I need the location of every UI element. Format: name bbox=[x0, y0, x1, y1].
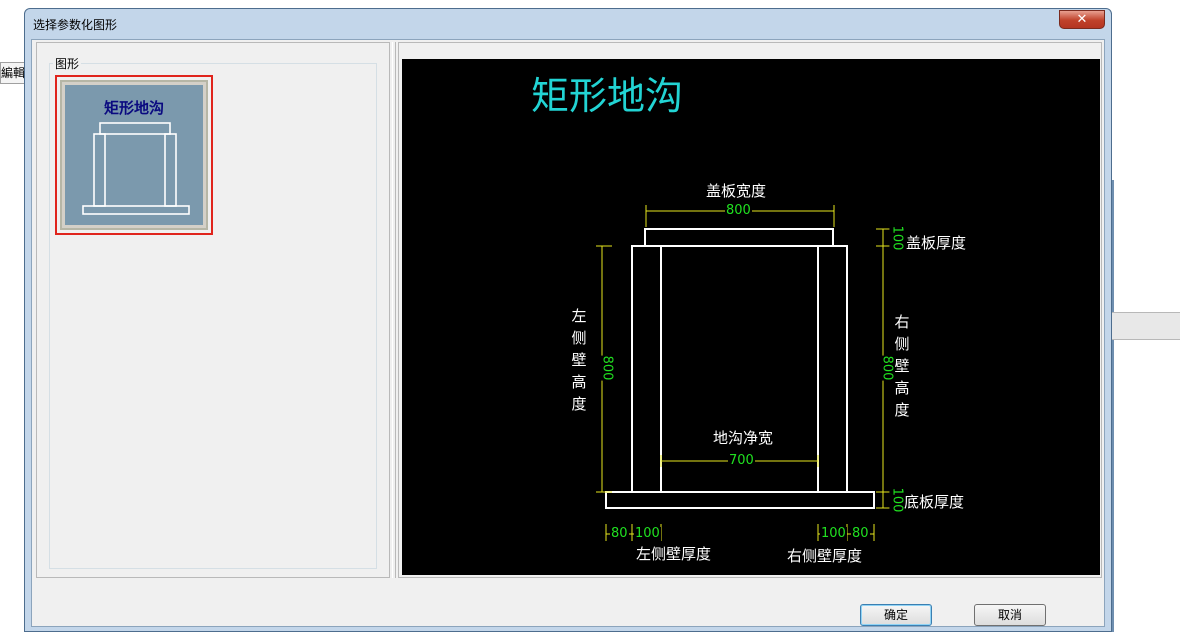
dim-right-overhang: 80 bbox=[851, 526, 870, 541]
thumbnail-frame: 矩形地沟 bbox=[60, 80, 208, 230]
dialog-title: 选择参数化图形 bbox=[33, 18, 118, 32]
pane-splitter[interactable] bbox=[392, 42, 396, 578]
label-cover-width: 盖板宽度 bbox=[706, 182, 767, 200]
label-char: 侧 bbox=[894, 335, 910, 353]
label-clear-width: 地沟净宽 bbox=[713, 429, 774, 447]
dim-clear-width: 700 bbox=[728, 453, 755, 468]
label-char: 度 bbox=[571, 395, 587, 413]
shape-thumbnail-rect-trench[interactable]: 矩形地沟 bbox=[55, 75, 213, 235]
label-cover-thickness: 盖板厚度 bbox=[906, 234, 967, 252]
label-char: 右 bbox=[894, 313, 910, 331]
thumb-right-wall bbox=[164, 133, 177, 207]
label-base-thickness: 底板厚度 bbox=[904, 493, 965, 511]
right-wall bbox=[817, 245, 848, 493]
dim-base-thickness: 100 bbox=[889, 487, 905, 513]
dialog-titlebar[interactable]: 选择参数化图形 ✕ bbox=[25, 9, 1111, 39]
label-right-wall-height: 右 侧 壁 高 度 bbox=[893, 311, 911, 421]
dim-left-wall-thickness: 100 bbox=[634, 526, 661, 541]
close-button[interactable]: ✕ bbox=[1059, 10, 1105, 29]
thumb-left-wall bbox=[93, 133, 106, 207]
dim-cover-width: 800 bbox=[725, 203, 752, 218]
preview-canvas: 矩形地沟 盖板宽度 800 盖板厚度 100 左 侧 壁 高 度 800 右 侧… bbox=[402, 59, 1100, 575]
cancel-button[interactable]: 取消 bbox=[974, 604, 1046, 626]
left-wall bbox=[631, 245, 662, 493]
label-char: 壁 bbox=[571, 351, 587, 369]
parametric-shape-dialog: 选择参数化图形 ✕ 图形 矩形地沟 矩形地沟 盖板宽度 800 盖板厚度 100… bbox=[24, 8, 1112, 632]
label-char: 侧 bbox=[571, 329, 587, 347]
close-icon: ✕ bbox=[1076, 12, 1088, 27]
dim-right-wall-thickness: 100 bbox=[820, 526, 847, 541]
shape-list-pane: 图形 矩形地沟 bbox=[36, 42, 390, 578]
label-char: 高 bbox=[894, 379, 910, 397]
ok-button[interactable]: 确定 bbox=[860, 604, 932, 626]
background-toolbar bbox=[1112, 312, 1180, 340]
thumbnail-drawing bbox=[82, 122, 190, 215]
dialog-client-area: 图形 矩形地沟 矩形地沟 盖板宽度 800 盖板厚度 100 左 侧 壁 高 度… bbox=[31, 39, 1105, 627]
dim-left-wall-height: 800 bbox=[599, 355, 615, 381]
label-char: 左 bbox=[571, 307, 587, 325]
base-plate bbox=[605, 491, 875, 509]
dim-right-wall-height: 800 bbox=[879, 355, 895, 381]
label-char: 度 bbox=[894, 401, 910, 419]
thumbnail-image: 矩形地沟 bbox=[65, 85, 203, 225]
dim-cover-thickness: 100 bbox=[889, 225, 905, 251]
label-left-wall-height: 左 侧 壁 高 度 bbox=[570, 305, 588, 415]
label-char: 高 bbox=[571, 373, 587, 391]
label-left-wall-thickness: 左侧壁厚度 bbox=[636, 545, 712, 563]
trench-drawing bbox=[596, 205, 892, 541]
thumb-cover-plate bbox=[99, 122, 171, 135]
thumb-base-plate bbox=[82, 205, 190, 215]
cover-plate bbox=[644, 228, 834, 247]
preview-pane: 矩形地沟 盖板宽度 800 盖板厚度 100 左 侧 壁 高 度 800 右 侧… bbox=[398, 42, 1102, 578]
shape-group-label: 图形 bbox=[53, 55, 82, 72]
label-char: 壁 bbox=[894, 357, 910, 375]
dim-left-overhang: 80 bbox=[610, 526, 629, 541]
label-right-wall-thickness: 右侧壁厚度 bbox=[787, 547, 863, 565]
